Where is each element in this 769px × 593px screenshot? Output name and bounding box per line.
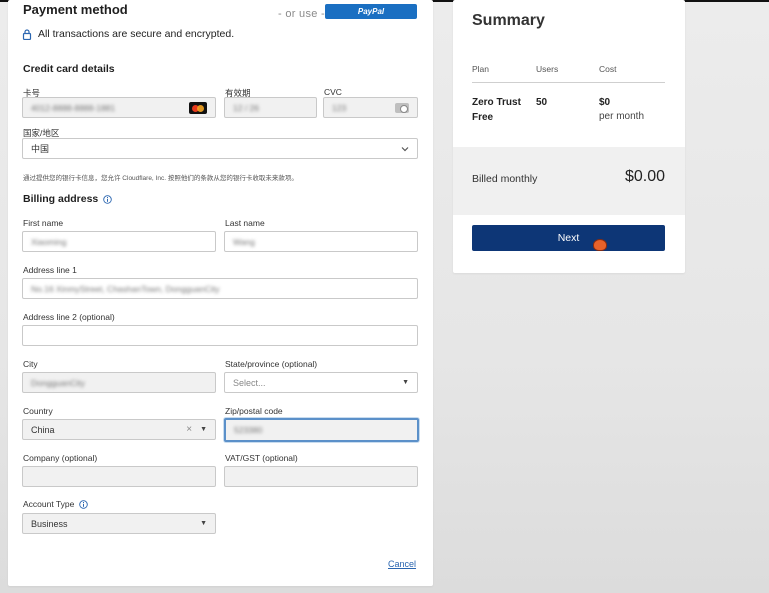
zip-input[interactable]: 523380 bbox=[224, 418, 419, 442]
account-type-select[interactable]: Business ▼ bbox=[22, 513, 216, 534]
billed-monthly-label: Billed monthly bbox=[472, 173, 538, 185]
company-label: Company (optional) bbox=[23, 453, 98, 463]
next-button[interactable]: Next bbox=[472, 225, 665, 251]
plan-name-line-1: Zero Trust bbox=[472, 97, 521, 108]
city-input[interactable]: DongguanCity bbox=[22, 372, 216, 393]
paypal-button[interactable]: PayPal bbox=[325, 4, 417, 19]
vat-label: VAT/GST (optional) bbox=[225, 453, 298, 463]
card-number-value: 4012-8888-8888-1881 bbox=[31, 102, 116, 113]
secure-text: All transactions are secure and encrypte… bbox=[38, 28, 235, 40]
info-icon[interactable] bbox=[103, 194, 113, 204]
clear-icon[interactable]: × bbox=[186, 424, 192, 435]
users-count: 50 bbox=[536, 97, 548, 108]
payment-form-card: Payment method - or use - PayPal All tra… bbox=[8, 0, 433, 586]
summary-divider bbox=[472, 82, 665, 83]
state-select[interactable]: Select... ▼ bbox=[224, 372, 418, 393]
cvc-value: 123 bbox=[332, 102, 347, 113]
account-type-label-row: Account Type bbox=[23, 499, 89, 509]
next-button-label: Next bbox=[557, 232, 580, 244]
billed-monthly-row: Billed monthly $0.00 bbox=[453, 147, 685, 215]
secure-notice: All transactions are secure and encrypte… bbox=[22, 28, 234, 40]
country-label: Country bbox=[23, 406, 53, 416]
cvc-input[interactable]: 123 bbox=[323, 97, 418, 118]
summary-card: Summary Plan Users Cost Zero Trust Free … bbox=[453, 0, 685, 273]
cost-period: per month bbox=[599, 111, 645, 122]
city-label: City bbox=[23, 359, 38, 369]
expiry-input[interactable]: 12 / 26 bbox=[224, 97, 317, 118]
consent-note: 通过提供您的银行卡信息，您允许 Cloudflare, Inc. 按照他们的条款… bbox=[23, 175, 298, 182]
address-line-1-value: No.16 XinmyStreet, ChashanTown, Dongguan… bbox=[31, 283, 220, 294]
last-name-value: Wang bbox=[233, 236, 255, 247]
city-value: DongguanCity bbox=[31, 377, 85, 388]
billed-amount: $0.00 bbox=[624, 168, 665, 185]
last-name-input[interactable]: Wang bbox=[224, 231, 418, 252]
country-region-select[interactable]: 中国 bbox=[22, 138, 418, 159]
chevron-down-icon bbox=[401, 146, 409, 151]
or-use-text: - or use - bbox=[278, 8, 326, 20]
credit-card-section-title: Credit card details bbox=[23, 63, 115, 75]
address-line-1-label: Address line 1 bbox=[23, 265, 77, 275]
state-label: State/province (optional) bbox=[225, 359, 318, 369]
first-name-input[interactable]: Xiaoming bbox=[22, 231, 216, 252]
card-number-input[interactable]: 4012-8888-8888-1881 bbox=[22, 97, 216, 118]
first-name-value: Xiaoming bbox=[31, 236, 67, 247]
company-input[interactable] bbox=[22, 466, 216, 487]
summary-title: Summary bbox=[472, 12, 545, 29]
address-line-2-label: Address line 2 (optional) bbox=[23, 312, 115, 322]
cvc-card-icon bbox=[395, 102, 409, 113]
cancel-link[interactable]: Cancel bbox=[388, 559, 416, 569]
caret-down-icon: ▼ bbox=[200, 520, 207, 527]
zip-label: Zip/postal code bbox=[225, 406, 283, 416]
cursor-icon bbox=[594, 240, 606, 250]
billing-address-title: Billing address bbox=[23, 193, 113, 205]
account-type-value: Business bbox=[31, 518, 68, 529]
country-value: China bbox=[31, 424, 55, 435]
lock-icon bbox=[22, 28, 32, 40]
address-line-1-input[interactable]: No.16 XinmyStreet, ChashanTown, Dongguan… bbox=[22, 278, 418, 299]
cvc-label: CVC bbox=[324, 87, 342, 97]
account-type-label: Account Type bbox=[23, 499, 75, 509]
first-name-label: First name bbox=[23, 218, 64, 228]
last-name-label: Last name bbox=[225, 218, 265, 228]
info-icon[interactable] bbox=[79, 499, 89, 509]
mastercard-icon bbox=[189, 101, 207, 114]
cost-column-header: Cost bbox=[599, 64, 617, 74]
plan-name-line-2: Free bbox=[472, 112, 494, 123]
users-column-header: Users bbox=[536, 64, 559, 74]
country-region-value: 中国 bbox=[31, 144, 50, 154]
vat-input[interactable] bbox=[224, 466, 418, 487]
zip-value: 523380 bbox=[234, 425, 263, 435]
caret-down-icon: ▼ bbox=[200, 426, 207, 433]
country-select[interactable]: China × ▼ bbox=[22, 419, 216, 440]
cost-value: $0 bbox=[599, 97, 611, 108]
payment-method-title: Payment method bbox=[23, 2, 128, 17]
plan-name: Zero Trust Free bbox=[472, 95, 521, 125]
state-placeholder: Select... bbox=[233, 377, 266, 388]
caret-down-icon: ▼ bbox=[402, 379, 409, 386]
address-line-2-input[interactable] bbox=[22, 325, 418, 346]
plan-column-header: Plan bbox=[472, 64, 490, 74]
billing-address-text: Billing address bbox=[23, 193, 99, 205]
expiry-value: 12 / 26 bbox=[233, 102, 259, 113]
